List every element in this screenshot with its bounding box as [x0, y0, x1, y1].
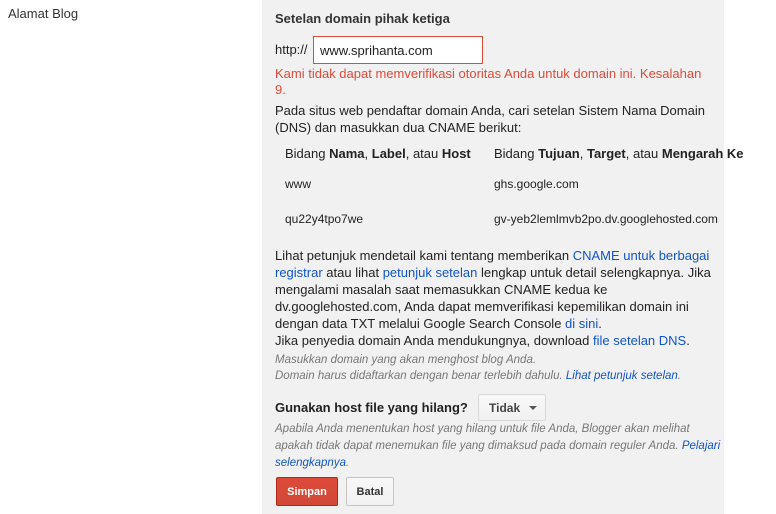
setup-guide-link[interactable]: petunjuk setelan: [383, 265, 478, 280]
domain-hint: Masukkan domain yang akan menghost blog …: [275, 354, 681, 382]
missing-files-select[interactable]: Tidak: [478, 394, 546, 421]
setup-instructions: Lihat petunjuk mendetail kami tentang me…: [275, 248, 711, 348]
dns-settings-file-link[interactable]: file setelan DNS: [593, 333, 686, 348]
http-prefix-label: http://: [275, 42, 308, 57]
missing-files-selected-value: Tidak: [489, 400, 521, 415]
cname-row-2-name: qu22y4tpo7we: [285, 212, 364, 226]
dns-description: Pada situs web pendaftar domain Anda, ca…: [275, 103, 705, 135]
setup-instructions-link[interactable]: Lihat petunjuk setelan: [566, 370, 678, 382]
cname-row-1-target: ghs.google.com: [494, 177, 579, 191]
search-console-link[interactable]: di sini: [565, 316, 598, 331]
missing-files-label: Gunakan host file yang hilang?: [275, 400, 468, 415]
chevron-down-icon: [529, 406, 537, 410]
cname-header-name: Bidang Nama, Label, atau Host: [285, 146, 471, 161]
domain-input[interactable]: [313, 36, 483, 64]
cname-row-1-name: www: [285, 177, 311, 191]
section-title: Setelan domain pihak ketiga: [275, 11, 450, 26]
verification-error: Kami tidak dapat memverifikasi otoritas …: [275, 66, 702, 97]
missing-files-help: Apabila Anda menentukan host yang hilang…: [275, 423, 721, 469]
save-button[interactable]: Simpan: [276, 477, 338, 506]
blog-address-label: Alamat Blog: [8, 6, 79, 21]
cname-header-target: Bidang Tujuan, Target, atau Mengarah Ke: [494, 146, 744, 161]
cancel-button[interactable]: Batal: [346, 477, 394, 506]
cname-row-2-target: gv-yeb2lemlmvb2po.dv.googlehosted.com: [494, 212, 718, 226]
